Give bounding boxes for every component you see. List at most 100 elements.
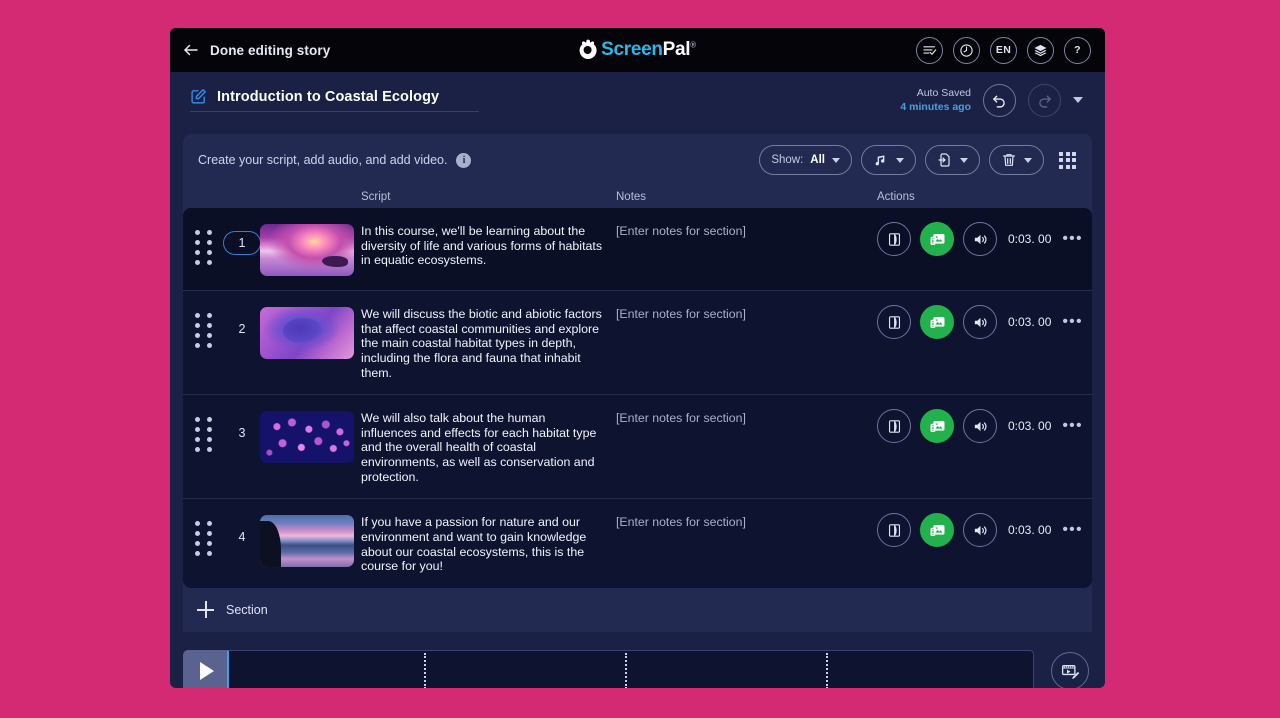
timeline: 1s 2s 3s 4s 5s 6s 7s 8s 9s 10s 11s 0:12 …	[183, 649, 1092, 688]
transition-icon	[888, 524, 900, 537]
audio-button[interactable]	[963, 305, 997, 339]
audio-dropdown[interactable]	[861, 145, 916, 175]
audio-button[interactable]	[963, 513, 997, 548]
thumbnail-cell[interactable]	[253, 222, 361, 276]
chevron-down-icon	[832, 157, 840, 163]
timeline-divider	[423, 652, 426, 688]
section-number: 4	[238, 530, 246, 545]
script-panel: Create your script, add audio, and add v…	[183, 134, 1092, 632]
page-root: Done editing story ScreenPal® EN ? Intro…	[0, 0, 1280, 718]
drag-handle-icon[interactable]	[183, 305, 231, 348]
help-button[interactable]: ?	[1064, 36, 1091, 64]
panel-hint-text: Create your script, add audio, and add v…	[198, 153, 448, 167]
thumbnail-cell[interactable]	[253, 409, 361, 464]
media-button[interactable]	[920, 513, 954, 548]
section-thumbnail[interactable]	[260, 515, 354, 568]
top-actions: EN ?	[916, 36, 1091, 64]
section-thumbnail[interactable]	[260, 307, 354, 359]
screenpal-mark-icon	[579, 39, 597, 59]
grid-cell	[1072, 164, 1076, 169]
row-menu-button[interactable]: •••	[1062, 230, 1082, 248]
edit-title-icon[interactable]	[190, 88, 207, 105]
info-icon[interactable]: i	[456, 152, 472, 168]
auto-saved-label: Auto Saved	[916, 86, 971, 99]
delete-dropdown[interactable]	[989, 145, 1044, 175]
page-title: Introduction to Coastal Ecology	[217, 88, 440, 105]
notes-text[interactable]: [Enter notes for section]	[616, 305, 877, 321]
import-dropdown[interactable]	[925, 145, 980, 175]
row-actions: 0:03. 00 •••	[877, 409, 1092, 444]
row-menu-button[interactable]: •••	[1062, 417, 1082, 435]
thumbnail-cell[interactable]	[253, 513, 361, 568]
section-number: 3	[238, 426, 246, 441]
transition-button[interactable]	[877, 305, 911, 339]
show-filter-dropdown[interactable]: Show: All	[759, 145, 852, 175]
add-section-button[interactable]: Section	[183, 587, 1092, 632]
script-text[interactable]: We will discuss the biotic and abiotic f…	[361, 305, 616, 380]
section-duration: 0:03. 00	[1008, 523, 1052, 538]
tasks-button[interactable]	[916, 36, 943, 64]
timeline-track[interactable]	[227, 649, 1034, 688]
table-column-headers: Script Notes Actions	[183, 186, 1092, 208]
media-button[interactable]	[920, 409, 954, 444]
title-row: Introduction to Coastal Ecology Auto Sav…	[170, 72, 1105, 128]
transition-button[interactable]	[877, 409, 911, 444]
brand-wordmark: ScreenPal®	[601, 39, 696, 61]
grid-cell	[1059, 151, 1063, 156]
row-menu-button[interactable]: •••	[1062, 521, 1082, 539]
media-button[interactable]	[920, 222, 954, 256]
language-button[interactable]: EN	[990, 36, 1017, 64]
grid-cell	[1065, 151, 1070, 156]
row-menu-button[interactable]: •••	[1062, 313, 1082, 331]
thumbnail-cell[interactable]	[253, 305, 361, 359]
show-filter-value: All	[810, 154, 825, 166]
undo-button[interactable]	[983, 83, 1016, 117]
video-editor-button[interactable]	[1051, 651, 1089, 688]
image-stack-icon	[930, 233, 944, 245]
script-text[interactable]: We will also talk about the human influe…	[361, 409, 616, 484]
image-stack-icon	[930, 420, 944, 432]
notes-text[interactable]: [Enter notes for section]	[616, 513, 877, 529]
media-button[interactable]	[920, 305, 954, 339]
redo-button[interactable]	[1028, 83, 1061, 117]
script-text[interactable]: If you have a passion for nature and our…	[361, 513, 616, 574]
script-text[interactable]: In this course, we'll be learning about …	[361, 222, 616, 268]
transition-button[interactable]	[877, 513, 911, 548]
story-title-block[interactable]: Introduction to Coastal Ecology	[190, 88, 480, 112]
notes-text[interactable]: [Enter notes for section]	[616, 409, 877, 425]
image-stack-icon	[930, 316, 944, 328]
app-window: Done editing story ScreenPal® EN ? Intro…	[170, 28, 1105, 688]
table-row[interactable]: 4 If you have a passion for nature and o…	[183, 499, 1092, 588]
section-thumbnail[interactable]	[260, 224, 354, 276]
chevron-down-icon	[960, 157, 968, 163]
chevron-down-icon	[1024, 157, 1032, 163]
audio-button[interactable]	[963, 409, 997, 444]
screenpal-logo: ScreenPal®	[579, 39, 696, 61]
notes-text[interactable]: [Enter notes for section]	[616, 222, 877, 238]
section-thumbnail[interactable]	[260, 411, 354, 464]
table-row[interactable]: 2 We will discuss the biotic and abiotic…	[183, 291, 1092, 396]
audio-button[interactable]	[963, 222, 997, 256]
table-row[interactable]: 1 In this course, we'll be learning abou…	[183, 208, 1092, 291]
auto-save-status: Auto Saved 4 minutes ago	[900, 86, 971, 114]
timeline-side-actions	[1048, 650, 1092, 688]
undo-icon	[993, 95, 1005, 108]
section-duration: 0:03. 00	[1008, 232, 1052, 246]
table-row[interactable]: 3 We will also talk about the human infl…	[183, 395, 1092, 500]
play-button[interactable]	[183, 649, 227, 688]
grid-cell	[1072, 151, 1076, 156]
speaker-icon	[974, 317, 986, 327]
image-stack-icon	[930, 524, 944, 536]
drag-handle-icon[interactable]	[183, 409, 231, 453]
grid-view-button[interactable]	[1059, 151, 1076, 169]
drag-handle-icon[interactable]	[183, 513, 231, 557]
timeline-divider	[825, 652, 828, 688]
history-button[interactable]	[953, 36, 980, 64]
layers-button[interactable]	[1027, 36, 1054, 64]
show-filter-label: Show:	[771, 154, 804, 166]
timeline-track-row	[183, 649, 1034, 688]
more-options-caret-icon[interactable]	[1073, 97, 1083, 103]
transition-button[interactable]	[877, 222, 911, 256]
done-editing-story-button[interactable]: Done editing story	[182, 41, 330, 59]
trash-icon	[1003, 154, 1015, 166]
